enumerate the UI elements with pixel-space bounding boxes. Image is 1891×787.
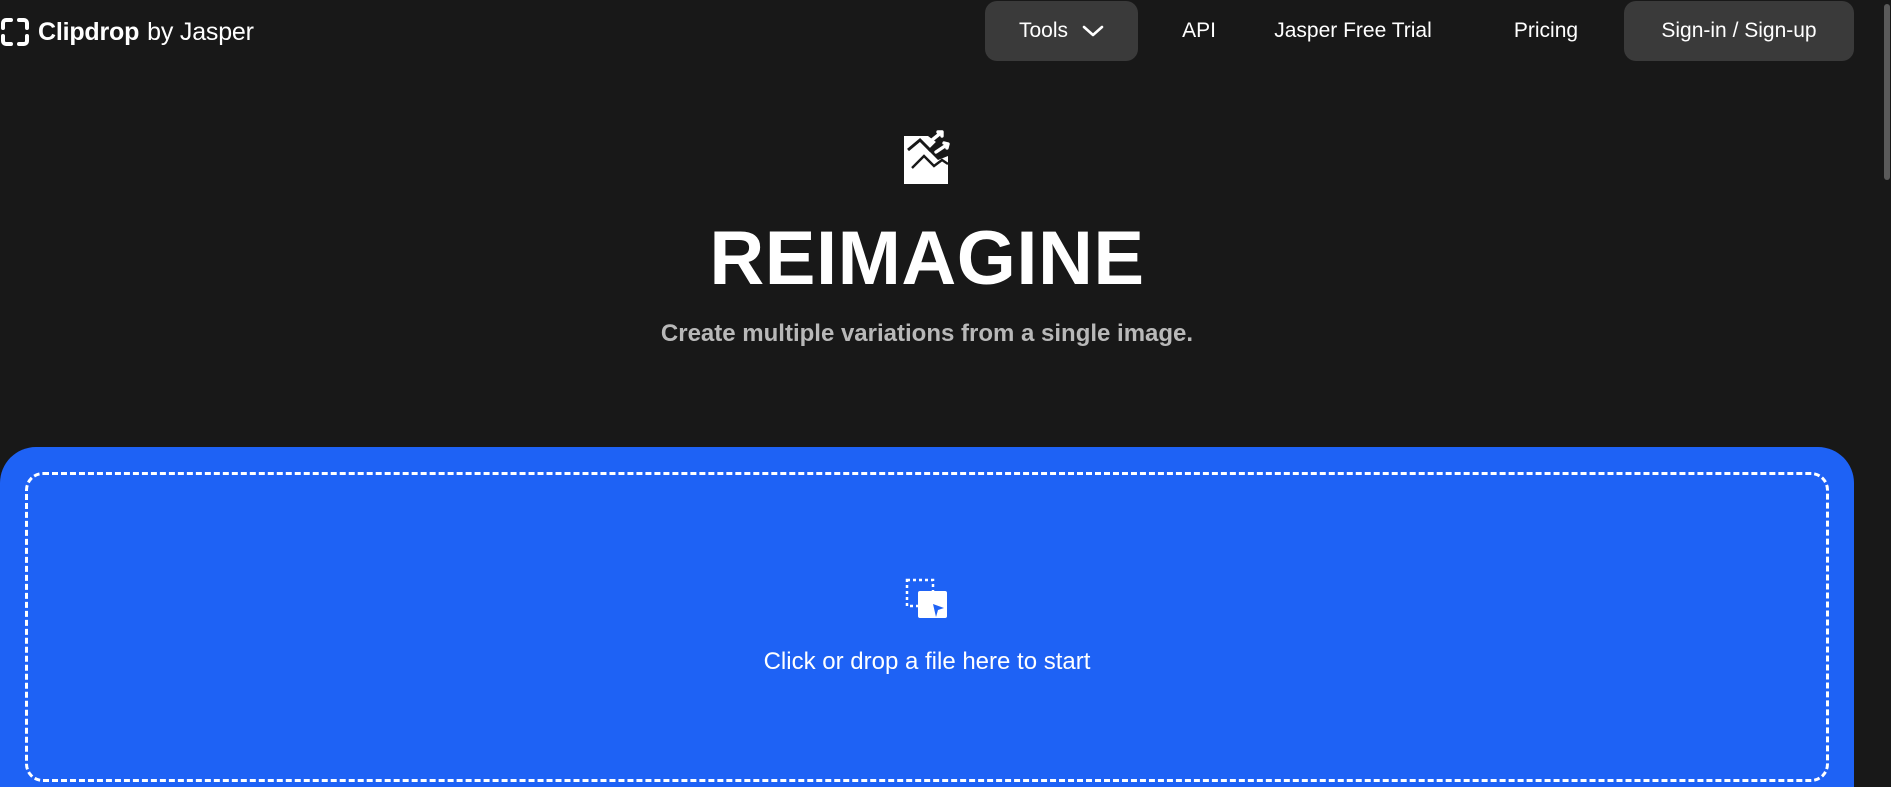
signin-button[interactable]: Sign-in / Sign-up: [1624, 1, 1854, 61]
tools-dropdown-button[interactable]: Tools: [985, 1, 1138, 61]
logo-link[interactable]: Clipdrop by Jasper: [0, 14, 254, 50]
page-subtitle: Create multiple variations from a single…: [660, 320, 1194, 347]
page-scrollbar[interactable]: [1883, 0, 1891, 787]
tools-label: Tools: [1018, 19, 1069, 42]
page: Clipdrop by Jasper Tools API Jasper Free…: [0, 0, 1891, 787]
logo-brand: Clipdrop: [38, 17, 140, 46]
nav-trial-link[interactable]: Jasper Free Trial: [1260, 1, 1446, 61]
dropzone-label: Click or drop a file here to start: [763, 648, 1091, 675]
top-nav: Clipdrop by Jasper Tools API Jasper Free…: [0, 0, 1891, 62]
logo-by: by Jasper: [147, 17, 254, 46]
clipdrop-logo-icon: [1, 18, 29, 46]
page-title: REIMAGINE: [709, 216, 1145, 301]
upload-file-icon: [905, 578, 947, 618]
chevron-down-icon: [1082, 25, 1104, 37]
nav-menu: Tools API Jasper Free Trial Pricing Sign…: [985, 1, 1854, 61]
scrollbar-thumb[interactable]: [1884, 4, 1890, 180]
reimagine-icon: [904, 130, 950, 184]
nav-pricing-link[interactable]: Pricing: [1494, 1, 1598, 61]
nav-api-link[interactable]: API: [1164, 1, 1234, 61]
dropzone-dashed-border: [25, 472, 1829, 782]
